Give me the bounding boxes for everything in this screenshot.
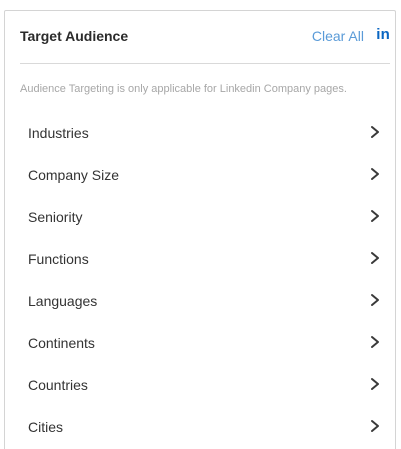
chevron-right-icon — [371, 294, 379, 306]
panel-header: Target Audience Clear All in — [20, 11, 390, 64]
audience-item-label: Seniority — [28, 209, 83, 225]
audience-category-list: Industries Company Size Seniority Functi… — [5, 111, 395, 447]
chevron-right-icon — [371, 126, 379, 138]
target-audience-panel: Target Audience Clear All in Audience Ta… — [4, 10, 396, 449]
audience-item-functions[interactable]: Functions — [5, 237, 395, 279]
audience-item-label: Functions — [28, 251, 89, 267]
audience-item-label: Countries — [28, 377, 88, 393]
chevron-right-icon — [371, 210, 379, 222]
audience-item-continents[interactable]: Continents — [5, 321, 395, 363]
audience-item-label: Languages — [28, 293, 98, 309]
panel-title: Target Audience — [20, 28, 129, 44]
audience-item-label: Company Size — [28, 167, 120, 183]
audience-item-label: Industries — [28, 125, 89, 141]
linkedin-icon: in — [376, 26, 390, 43]
audience-item-languages[interactable]: Languages — [5, 279, 395, 321]
audience-item-company-size[interactable]: Company Size — [5, 153, 395, 195]
audience-targeting-notice: Audience Targeting is only applicable fo… — [20, 83, 347, 95]
chevron-right-icon — [371, 168, 379, 180]
audience-item-industries[interactable]: Industries — [5, 111, 395, 153]
audience-item-cities[interactable]: Cities — [5, 405, 395, 447]
chevron-right-icon — [371, 336, 379, 348]
audience-item-label: Cities — [28, 419, 64, 435]
audience-item-seniority[interactable]: Seniority — [5, 195, 395, 237]
audience-item-label: Continents — [28, 335, 95, 351]
clear-all-button[interactable]: Clear All — [312, 28, 364, 44]
chevron-right-icon — [371, 378, 379, 390]
chevron-right-icon — [371, 252, 379, 264]
audience-item-countries[interactable]: Countries — [5, 363, 395, 405]
chevron-right-icon — [371, 420, 379, 432]
